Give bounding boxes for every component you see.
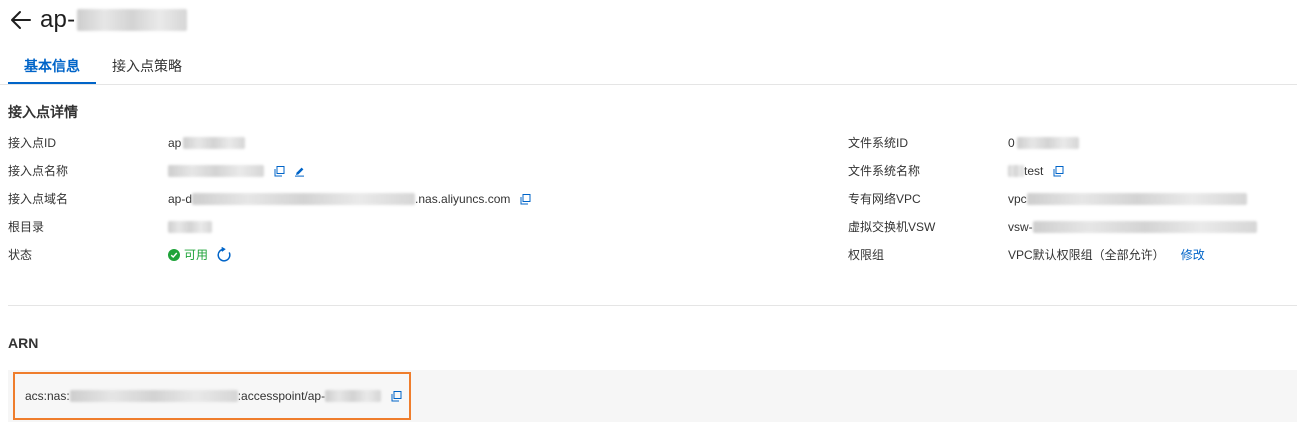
label-access-point-domain: 接入点域名 xyxy=(8,192,69,206)
label-permission-group: 权限组 xyxy=(848,248,885,262)
value-access-point-domain: ap-d .nas.aliyuncs.com xyxy=(168,189,532,209)
domain-suffix: .nas.aliyuncs.com xyxy=(415,192,511,206)
file-system-id-prefix: 0 xyxy=(1008,136,1015,150)
redacted-file-system-id xyxy=(1016,137,1079,149)
vswitch-prefix: vsw- xyxy=(1008,220,1033,234)
domain-prefix: ap-d xyxy=(168,192,193,206)
arn-prefix: acs:nas: xyxy=(25,389,70,403)
value-access-point-name xyxy=(168,161,306,181)
value-permission-group: VPC默认权限组（全部允许） 修改 xyxy=(1008,245,1205,265)
label-file-system-name: 文件系统名称 xyxy=(848,164,921,178)
value-vpc: vpc xyxy=(1008,189,1247,209)
arn-middle: :accesspoint/ap- xyxy=(237,389,326,403)
redacted-vpc xyxy=(1026,193,1247,205)
value-access-point-id: ap xyxy=(168,133,246,153)
redacted-root xyxy=(168,221,212,233)
arn-section-title: ARN xyxy=(8,335,39,351)
label-file-system-id: 文件系统ID xyxy=(848,136,909,150)
tab-bar: 基本信息 接入点策略 xyxy=(0,48,1297,85)
section-divider xyxy=(8,305,1297,306)
value-file-system-name: test xyxy=(1008,161,1065,181)
arrow-left-icon[interactable] xyxy=(8,7,34,33)
file-system-name-suffix: test xyxy=(1024,164,1044,178)
page-title: ap- xyxy=(40,6,188,34)
value-root-directory xyxy=(168,217,212,237)
check-circle-icon xyxy=(168,249,180,261)
refresh-icon[interactable] xyxy=(216,247,232,263)
copy-icon[interactable] xyxy=(1051,164,1065,178)
redacted-arn-account xyxy=(69,390,238,402)
value-vswitch: vsw- xyxy=(1008,217,1257,237)
redacted-domain xyxy=(192,193,416,205)
status-badge: 可用 xyxy=(168,245,208,265)
label-vswitch: 虚拟交换机VSW xyxy=(848,220,936,234)
label-access-point-name: 接入点名称 xyxy=(8,164,69,178)
permission-group-text: VPC默认权限组（全部允许） xyxy=(1008,248,1165,262)
redacted-name xyxy=(168,165,264,177)
page-header: ap- xyxy=(8,2,188,38)
tab-basic-info[interactable]: 基本信息 xyxy=(8,48,96,84)
label-status: 状态 xyxy=(8,248,33,262)
redacted-arn-id xyxy=(325,390,382,402)
redacted-id xyxy=(183,137,246,149)
redacted-vswitch xyxy=(1032,221,1257,233)
details-section-title: 接入点详情 xyxy=(8,104,78,120)
label-vpc: 专有网络VPC xyxy=(848,192,921,206)
access-point-id-prefix: ap xyxy=(168,136,182,150)
redacted-file-system-name xyxy=(1008,165,1024,177)
redacted-title xyxy=(77,9,188,31)
label-access-point-id: 接入点ID xyxy=(8,136,57,150)
copy-icon[interactable] xyxy=(272,164,286,178)
value-file-system-id: 0 xyxy=(1008,133,1079,153)
copy-icon[interactable] xyxy=(389,389,403,403)
edit-icon[interactable] xyxy=(292,164,306,178)
tab-access-point-policy[interactable]: 接入点策略 xyxy=(112,48,182,83)
copy-icon[interactable] xyxy=(518,192,532,206)
modify-permission-link[interactable]: 修改 xyxy=(1181,245,1205,265)
vpc-prefix: vpc xyxy=(1008,192,1027,206)
page-title-prefix: ap- xyxy=(40,6,76,33)
status-text: 可用 xyxy=(184,248,209,262)
label-root-directory: 根目录 xyxy=(8,220,45,234)
value-status: 可用 xyxy=(168,245,232,265)
arn-value-box: acs:nas: :accesspoint/ap- xyxy=(13,372,411,420)
